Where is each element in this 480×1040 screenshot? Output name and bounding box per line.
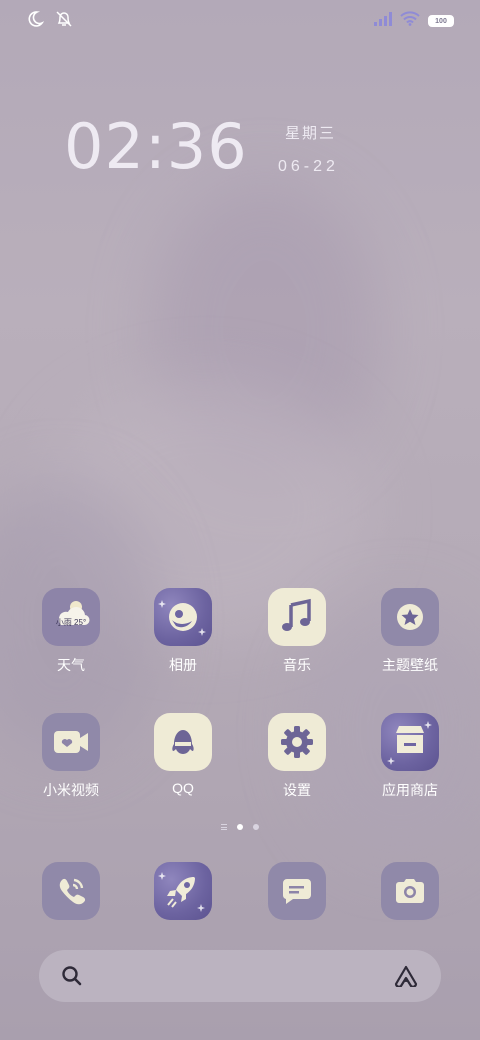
app-qq[interactable]: QQ (128, 713, 238, 796)
gallery-icon (154, 588, 212, 646)
app-store[interactable]: 应用商店 (355, 713, 465, 800)
app-weather[interactable]: 小雨 25° 天气 (16, 588, 126, 675)
messages-icon (268, 862, 326, 920)
dock-security[interactable] (128, 862, 238, 920)
app-label: 应用商店 (382, 782, 438, 798)
date-block[interactable]: 星期三 06-22 (278, 122, 339, 176)
app-video[interactable]: 小米视频 (16, 713, 126, 800)
moon-icon (26, 10, 45, 33)
feed-page-indicator[interactable] (221, 824, 227, 830)
app-themes[interactable]: 主题壁纸 (355, 588, 465, 675)
wifi-icon (400, 11, 420, 31)
date: 06-22 (278, 158, 339, 175)
dock-messages[interactable] (242, 862, 352, 920)
battery-level: 100 (435, 17, 447, 25)
app-store-icon (381, 713, 439, 771)
signal-icon (374, 11, 392, 31)
camera-icon (381, 862, 439, 920)
app-label: 天气 (57, 657, 85, 673)
ai-assistant-icon[interactable] (393, 965, 419, 992)
app-label: 设置 (283, 782, 311, 798)
clock-time[interactable]: 02:36 (64, 110, 248, 183)
search-bar[interactable] (39, 950, 441, 1002)
app-gallery[interactable]: 相册 (128, 588, 238, 675)
alarm-off-icon (54, 10, 74, 33)
search-icon[interactable] (61, 965, 83, 992)
qq-icon (154, 713, 212, 771)
battery-icon: 100 (428, 15, 454, 27)
weather-icon: 小雨 25° (42, 588, 100, 646)
dock-camera[interactable] (355, 862, 465, 920)
weather-widget-text: 小雨 25° (55, 618, 87, 627)
themes-icon (381, 588, 439, 646)
app-label: 音乐 (283, 657, 311, 673)
app-settings[interactable]: 设置 (242, 713, 352, 800)
phone-icon (42, 862, 100, 920)
dock-phone[interactable] (16, 862, 126, 920)
settings-icon (268, 713, 326, 771)
page-indicator[interactable] (0, 824, 480, 830)
app-label: QQ (172, 780, 194, 796)
app-label: 小米视频 (43, 782, 99, 798)
video-icon (42, 713, 100, 771)
music-icon (268, 588, 326, 646)
rocket-icon (154, 862, 212, 920)
app-music[interactable]: 音乐 (242, 588, 352, 675)
status-bar: 100 (0, 0, 480, 40)
page-dot[interactable] (253, 824, 259, 830)
app-label: 主题壁纸 (382, 657, 438, 673)
weekday: 星期三 (285, 125, 337, 142)
page-dot-active[interactable] (237, 824, 243, 830)
app-label: 相册 (169, 657, 197, 673)
